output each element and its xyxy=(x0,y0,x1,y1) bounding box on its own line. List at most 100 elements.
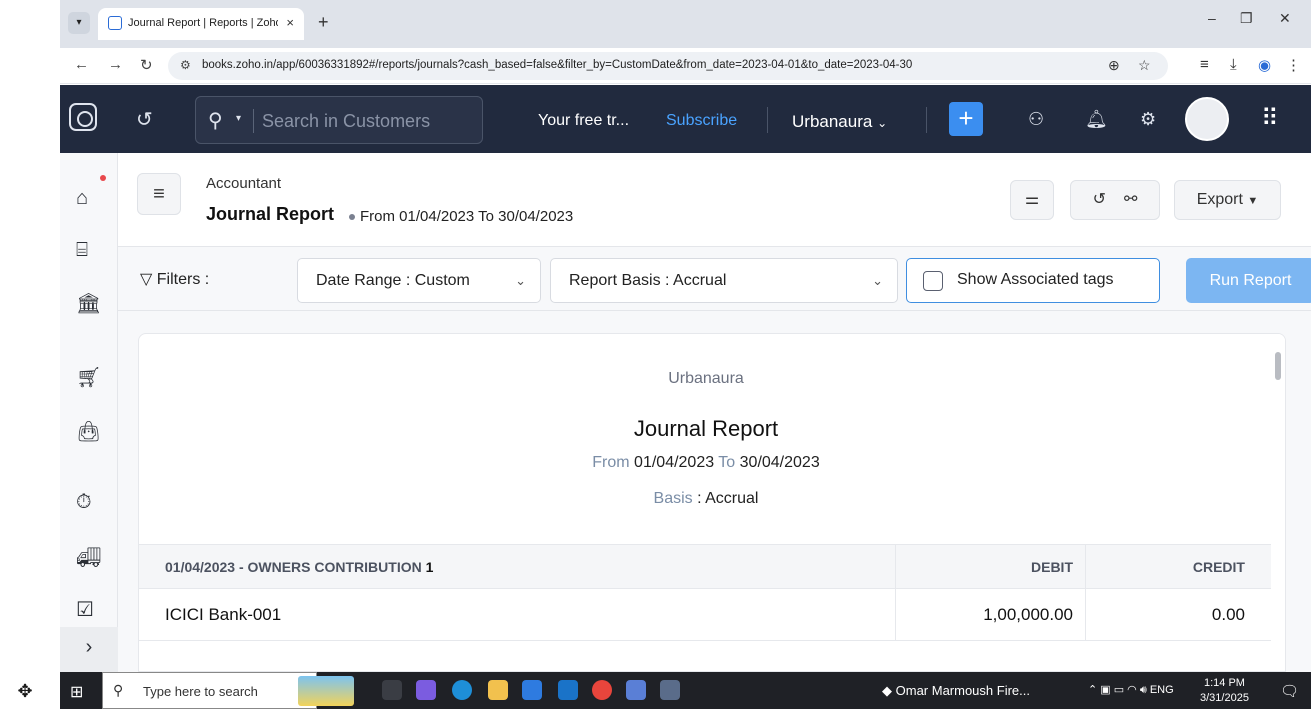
debit-column-header: DEBIT xyxy=(1031,559,1073,575)
customize-report-button[interactable]: ⚌ xyxy=(1010,180,1054,220)
browser-window: ▾ Journal Report | Reports | Zoho × + – … xyxy=(60,0,1311,672)
search-icon[interactable]: ⚲ xyxy=(208,108,223,133)
report-header: ≡ Accountant Journal Report From 01/04/2… xyxy=(118,153,1311,247)
header-divider xyxy=(767,107,768,133)
browser-tab[interactable]: Journal Report | Reports | Zoho × xyxy=(98,8,304,40)
e-way-bill-icon[interactable]: 🚚︎ xyxy=(76,545,101,570)
run-report-button[interactable]: Run Report xyxy=(1186,258,1311,303)
time-tracking-icon[interactable]: ⏱︎ xyxy=(76,491,92,514)
chrome-icon[interactable] xyxy=(592,680,612,700)
credit-column-header: CREDIT xyxy=(1192,559,1245,575)
inventory-icon[interactable]: ⌸ xyxy=(76,239,88,262)
sidebar-expand-button[interactable]: › xyxy=(60,627,118,672)
home-icon[interactable]: ⌂ xyxy=(76,187,88,210)
file-explorer-icon[interactable] xyxy=(488,680,508,700)
global-search[interactable]: ⚲ ▾ xyxy=(195,96,483,144)
filter-funnel-icon: ▽ xyxy=(140,271,153,288)
export-label: Export xyxy=(1196,191,1243,208)
report-basis: Basis : Accrual xyxy=(653,490,759,507)
journal-entry-title[interactable]: 01/04/2023 - OWNERS CONTRIBUTION 1 xyxy=(165,559,433,575)
breadcrumb[interactable]: Accountant xyxy=(206,175,281,192)
purchases-bag-icon[interactable]: 👜︎ xyxy=(76,419,101,444)
quick-create-button[interactable]: + xyxy=(949,102,983,136)
accountant-icon[interactable]: ☑ xyxy=(76,597,94,622)
journal-entry-number: 1 xyxy=(425,559,434,575)
user-avatar[interactable] xyxy=(1185,97,1229,141)
main-content: ≡ Accountant Journal Report From 01/04/2… xyxy=(118,153,1311,672)
forward-icon[interactable]: → xyxy=(108,56,123,73)
notepad-icon[interactable] xyxy=(660,680,680,700)
banking-icon[interactable]: 🏛︎ xyxy=(76,291,101,316)
system-tray[interactable]: ⌃ ▣ ▭ ◠ 🔊︎ ENG xyxy=(1088,683,1174,697)
users-icon[interactable]: ⚇ xyxy=(1028,109,1044,130)
notifications-icon[interactable]: 🗨︎ xyxy=(1280,682,1299,700)
export-button[interactable]: Export ▼ xyxy=(1174,180,1281,220)
recent-activity-icon[interactable]: ↺ xyxy=(136,107,153,132)
new-tab-button[interactable]: + xyxy=(318,12,329,33)
bookmark-star-icon[interactable]: ☆ xyxy=(1138,57,1151,74)
language-indicator[interactable]: ENG xyxy=(1150,684,1174,696)
desktop-shortcut-icon[interactable]: ✥ xyxy=(10,676,40,706)
schedule-report-icon[interactable]: ↺ xyxy=(1093,191,1106,208)
microsoft-store-icon[interactable] xyxy=(522,680,542,700)
site-info-icon[interactable]: ⚙ xyxy=(180,58,191,72)
task-view-icon[interactable] xyxy=(382,680,402,700)
subscribe-link[interactable]: Subscribe xyxy=(666,112,737,130)
reports-menu-button[interactable]: ≡ xyxy=(137,173,181,215)
chevron-down-icon: ⌄ xyxy=(877,116,888,130)
debit-amount: 1,00,000.00 xyxy=(983,605,1073,624)
url-text[interactable]: books.zoho.in/app/60036331892#/reports/j… xyxy=(202,59,912,71)
column-divider xyxy=(895,589,896,640)
reload-icon[interactable]: ↻ xyxy=(140,56,153,74)
restore-icon[interactable]: ❐ xyxy=(1240,10,1253,27)
journal-entry-heading: 01/04/2023 - OWNERS CONTRIBUTION xyxy=(165,559,422,575)
account-name[interactable]: ICICI Bank-001 xyxy=(165,605,281,625)
search-scope-chevron-icon[interactable]: ▾ xyxy=(236,113,241,124)
zoho-books-logo-icon[interactable] xyxy=(69,103,97,131)
browser-menu-icon[interactable]: ⋮ xyxy=(1286,56,1301,74)
window-close-icon[interactable]: ✕ xyxy=(1279,10,1291,27)
from-date: 01/04/2023 xyxy=(634,454,715,471)
organization-switcher[interactable]: Urbanaura ⌄ xyxy=(792,112,887,132)
tags-checkbox[interactable] xyxy=(923,271,943,291)
copilot-icon[interactable] xyxy=(416,680,436,700)
minimize-icon[interactable]: – xyxy=(1208,10,1216,26)
search-icon: ⚲ xyxy=(113,682,124,698)
news-widget[interactable]: ◆ Omar Marmoush Fire... xyxy=(882,683,1030,699)
settings-gear-icon[interactable]: ⚙ xyxy=(1140,109,1156,130)
scrollbar-thumb[interactable] xyxy=(1275,352,1281,380)
report-basis-value: Accrual xyxy=(673,272,727,289)
show-associated-tags-toggle[interactable]: Show Associated tags xyxy=(906,258,1160,303)
notifications-bell-icon[interactable]: 🔔︎ xyxy=(1085,109,1108,130)
taskbar-clock[interactable]: 1:14 PM 3/31/2025 xyxy=(1200,676,1249,706)
search-input[interactable] xyxy=(262,109,462,133)
share-icon[interactable]: ⚯ xyxy=(1124,191,1137,208)
sales-cart-icon[interactable]: 🛒︎ xyxy=(76,365,101,390)
paint-icon[interactable] xyxy=(626,680,646,700)
to-date: 30/04/2023 xyxy=(739,454,820,471)
download-icon[interactable]: ⤓ xyxy=(1230,56,1237,73)
address-bar[interactable]: ⚙ books.zoho.in/app/60036331892#/reports… xyxy=(168,52,1168,80)
app-launcher-grid-icon[interactable]: ⠿ xyxy=(1261,104,1279,133)
profile-icon[interactable]: ◉ xyxy=(1258,56,1271,74)
outlook-icon[interactable] xyxy=(558,680,578,700)
taskbar-search[interactable]: ⚲ Type here to search xyxy=(102,672,317,709)
tab-search-icon[interactable]: ▾ xyxy=(68,12,90,34)
header-divider xyxy=(926,107,927,133)
report-scrollbar[interactable] xyxy=(1271,334,1285,671)
date-range-select[interactable]: Date Range : Custom ⌄ xyxy=(297,258,541,303)
report-basis-select[interactable]: Report Basis : Accrual ⌄ xyxy=(550,258,898,303)
tab-close-icon[interactable]: × xyxy=(286,15,294,30)
windows-start-icon[interactable]: ⊞ xyxy=(70,682,83,702)
tab-title: Journal Report | Reports | Zoho xyxy=(128,17,278,29)
reading-list-icon[interactable]: ≡ xyxy=(1200,56,1209,73)
windows-taskbar: ⊞ ⚲ Type here to search ◆ Omar Marmoush … xyxy=(60,672,1311,709)
edge-browser-icon[interactable] xyxy=(452,680,472,700)
zoom-icon[interactable]: ⊕ xyxy=(1108,57,1120,74)
search-highlight-art[interactable] xyxy=(298,676,354,706)
report-sheet: Urbanaura Journal Report From 01/04/2023… xyxy=(138,333,1286,672)
table-row[interactable]: ICICI Bank-001 1,00,000.00 0.00 xyxy=(139,589,1273,641)
column-divider xyxy=(1085,589,1086,640)
back-icon[interactable]: ← xyxy=(74,56,89,73)
zoho-favicon-icon xyxy=(108,16,122,30)
